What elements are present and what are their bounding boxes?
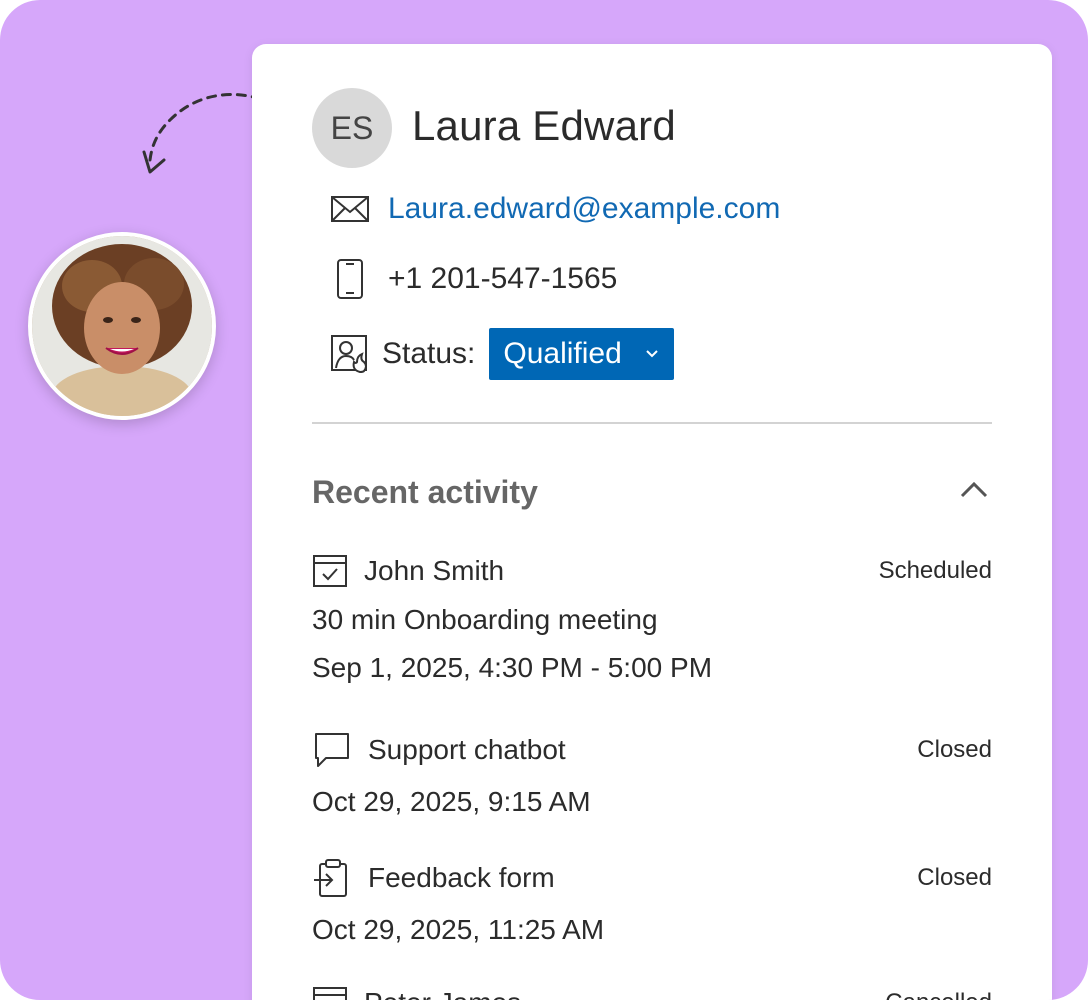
envelope-icon xyxy=(331,196,369,222)
clipboard-form-icon xyxy=(314,859,347,897)
activity-date: Oct 29, 2025, 11:25 AM xyxy=(312,914,605,945)
activity-item[interactable]: John Smith Scheduled 30 min Onboarding m… xyxy=(312,554,992,684)
activity-item[interactable]: Feedback form Closed Oct 29, 2025, 11:25… xyxy=(312,858,992,946)
calendar-icon xyxy=(313,987,347,1000)
status-dropdown[interactable]: Qualified xyxy=(489,328,674,380)
contact-card: ES Laura Edward Laura.edward@example.com… xyxy=(252,44,1052,1000)
email-row: Laura.edward@example.com xyxy=(330,192,780,226)
activity-title: Peter James xyxy=(364,987,521,1000)
activity-detail: 30 min Onboarding meeting xyxy=(312,604,658,635)
activity-status: Closed xyxy=(917,864,992,891)
activity-item[interactable]: Support chatbot Closed Oct 29, 2025, 9:1… xyxy=(312,730,992,818)
status-label: Status: xyxy=(382,337,476,370)
mobile-phone-icon xyxy=(337,259,363,299)
phone-row: +1 201-547-1565 xyxy=(330,258,617,300)
chat-bubble-icon xyxy=(315,733,349,767)
email-link[interactable]: Laura.edward@example.com xyxy=(388,192,780,226)
page-background: ES Laura Edward Laura.edward@example.com… xyxy=(0,0,1088,1000)
activity-status: Closed xyxy=(917,736,992,763)
person-fire-icon xyxy=(331,335,367,374)
chevron-up-icon[interactable] xyxy=(956,472,992,508)
avatar-initials: ES xyxy=(312,88,392,168)
activity-item[interactable]: Peter James Cancelled xyxy=(312,986,992,1000)
activity-status: Scheduled xyxy=(878,557,992,584)
status-row: Status: Qualified xyxy=(330,328,674,380)
activity-title: John Smith xyxy=(364,555,505,586)
status-value: Qualified xyxy=(503,337,622,370)
chevron-down-icon xyxy=(644,343,660,366)
activity-date: Oct 29, 2025, 9:15 AM xyxy=(312,786,591,817)
activity-title: Support chatbot xyxy=(368,734,566,765)
section-title: Recent activity xyxy=(312,474,538,510)
phone-number: +1 201-547-1565 xyxy=(388,262,618,295)
activity-status: Cancelled xyxy=(885,989,992,1000)
contact-name: Laura Edward xyxy=(412,102,676,149)
activity-date: Sep 1, 2025, 4:30 PM - 5:00 PM xyxy=(312,652,713,683)
calendar-check-icon xyxy=(313,555,347,587)
divider xyxy=(312,422,992,424)
profile-photo xyxy=(28,232,216,420)
activity-title: Feedback form xyxy=(368,862,555,893)
